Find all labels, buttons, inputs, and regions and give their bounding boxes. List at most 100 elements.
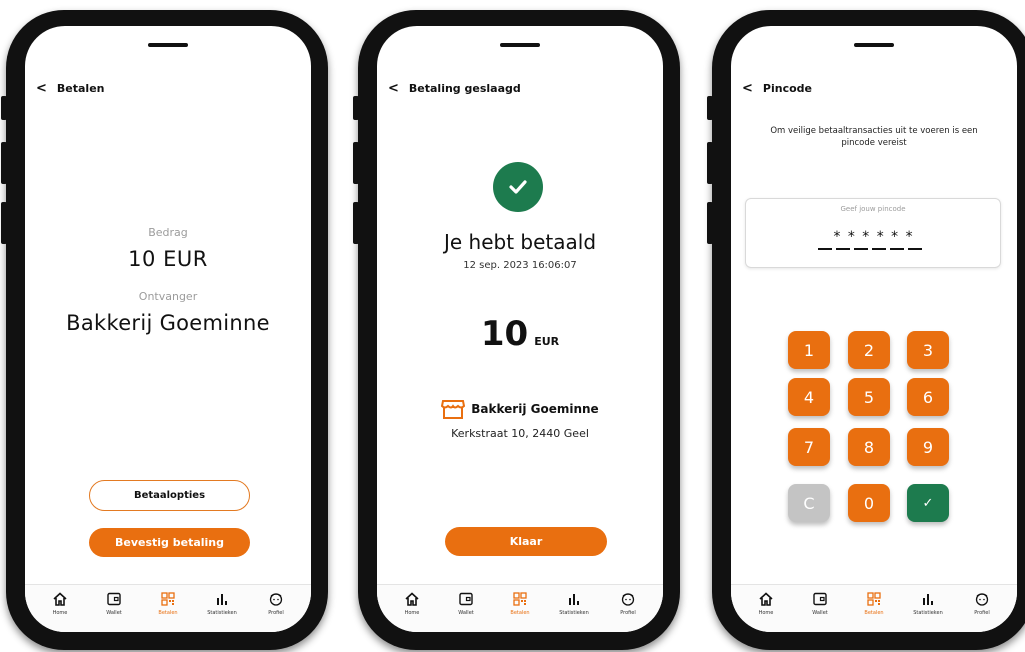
bar-chart-icon [923,594,933,605]
notch [148,43,188,47]
tab-bar: Home Wallet Betalen Statistieken Profiel [731,584,1017,632]
keypad-key-0[interactable]: 0 [848,484,890,522]
side-button [707,142,713,184]
back-chevron-icon[interactable]: < [388,82,399,95]
bar-chart-icon [217,594,227,605]
pincode-description: Om veilige betaaltransacties uit te voer… [770,126,978,148]
pincode-digit-slots [818,248,922,250]
merchant-row: Bakkerij Goeminne [377,399,663,419]
pincode-masked-value: ****** [832,229,920,245]
back-chevron-icon[interactable]: < [742,82,753,95]
tab-label: Wallet [458,610,474,616]
tab-profiel[interactable]: Profiel [605,591,651,632]
keypad-key-6[interactable]: 6 [907,378,949,416]
tab-home[interactable]: Home [389,591,435,632]
notch [854,43,894,47]
tab-bar: Home Wallet Betalen Statistieken Profiel [25,584,311,632]
bar-chart-icon [569,594,579,605]
back-chevron-icon[interactable]: < [36,82,47,95]
keypad-key-8[interactable]: 8 [848,428,890,466]
pincode-placeholder: Geef jouw pincode [840,205,906,213]
keypad-key-5[interactable]: 5 [848,378,890,416]
header: < Betaling geslaagd [388,82,521,95]
keypad-key-7[interactable]: 7 [788,428,830,466]
tab-label: Wallet [106,610,122,616]
page-title: Betaling geslaagd [408,82,521,95]
tab-statistieken[interactable]: Statistieken [551,591,597,632]
amount-label: Bedrag [148,226,188,239]
paid-amount: 10 EUR [377,314,663,354]
home-icon [53,592,67,606]
merchant-address: Kerkstraat 10, 2440 Geel [451,427,589,440]
tab-betalen[interactable]: Betalen [497,591,543,632]
tab-label: Statistieken [559,610,589,616]
keypad-key-9[interactable]: 9 [907,428,949,466]
paid-amount-currency: EUR [534,335,560,348]
page-title: Betalen [56,82,105,95]
home-icon [405,592,419,606]
header: < Betalen [36,82,105,95]
tab-bar: Home Wallet Betalen Statistieken Profiel [377,584,663,632]
tab-label: Profiel [268,610,284,616]
recipient-label: Ontvanger [138,290,198,303]
tab-label: Profiel [974,610,990,616]
tab-label: Betalen [864,610,884,616]
tab-wallet[interactable]: Wallet [443,591,489,632]
paid-amount-value: 10 [480,314,529,354]
side-button [353,202,359,244]
tab-profiel[interactable]: Profiel [253,591,299,632]
screen-pincode: < Pincode Om veilige betaaltransacties u… [731,26,1017,632]
payment-datetime: 12 sep. 2023 16:06:07 [463,260,577,271]
side-button [1,96,7,120]
keypad-clear-button[interactable]: C [788,484,830,522]
tab-label: Wallet [812,610,828,616]
tab-home[interactable]: Home [37,591,83,632]
tab-label: Betalen [158,610,178,616]
pincode-field[interactable]: Geef jouw pincode ****** [745,198,1001,268]
tab-profiel[interactable]: Profiel [959,591,1005,632]
keypad-key-1[interactable]: 1 [788,331,830,369]
tab-wallet[interactable]: Wallet [797,591,843,632]
tab-statistieken[interactable]: Statistieken [905,591,951,632]
keypad-key-3[interactable]: 3 [907,331,949,369]
page-title: Pincode [762,82,812,95]
tab-label: Statistieken [207,610,237,616]
confirm-payment-button[interactable]: Bevestig betaling [89,528,250,557]
store-icon [441,400,466,419]
payment-options-button[interactable]: Betaalopties [89,480,250,511]
tab-label: Profiel [620,610,636,616]
side-button [353,96,359,120]
screen-payment: < Betalen Bedrag 10 EUR Ontvanger Bakker… [25,26,311,632]
tab-label: Home [52,610,68,616]
phone-pincode: < Pincode Om veilige betaaltransacties u… [707,10,1025,650]
wallet-icon [459,592,473,606]
profile-icon [269,593,283,606]
phone-payment-success: < Betaling geslaagd Je hebt betaald 12 s… [353,10,680,650]
keypad-key-4[interactable]: 4 [788,378,830,416]
tab-label: Betalen [510,610,530,616]
tab-label: Home [404,610,420,616]
keypad-confirm-button[interactable]: ✓ [907,484,949,522]
notch [500,43,540,47]
side-button [1,142,7,184]
side-button [707,202,713,244]
tab-betalen[interactable]: Betalen [145,591,191,632]
tab-label: Home [758,610,774,616]
screen-payment-success: < Betaling geslaagd Je hebt betaald 12 s… [377,26,663,632]
home-icon [759,592,773,606]
qr-code-icon [513,592,527,606]
tab-home[interactable]: Home [743,591,789,632]
keypad-key-2[interactable]: 2 [848,331,890,369]
wallet-icon [813,592,827,606]
qr-code-icon [867,592,881,606]
tab-label: Statistieken [913,610,943,616]
tab-wallet[interactable]: Wallet [91,591,137,632]
wallet-icon [107,592,121,606]
side-button [1,202,7,244]
amount-value: 10 EUR [128,247,208,271]
qr-code-icon [161,592,175,606]
tab-betalen[interactable]: Betalen [851,591,897,632]
header: < Pincode [742,82,812,95]
done-button[interactable]: Klaar [445,527,607,556]
tab-statistieken[interactable]: Statistieken [199,591,245,632]
